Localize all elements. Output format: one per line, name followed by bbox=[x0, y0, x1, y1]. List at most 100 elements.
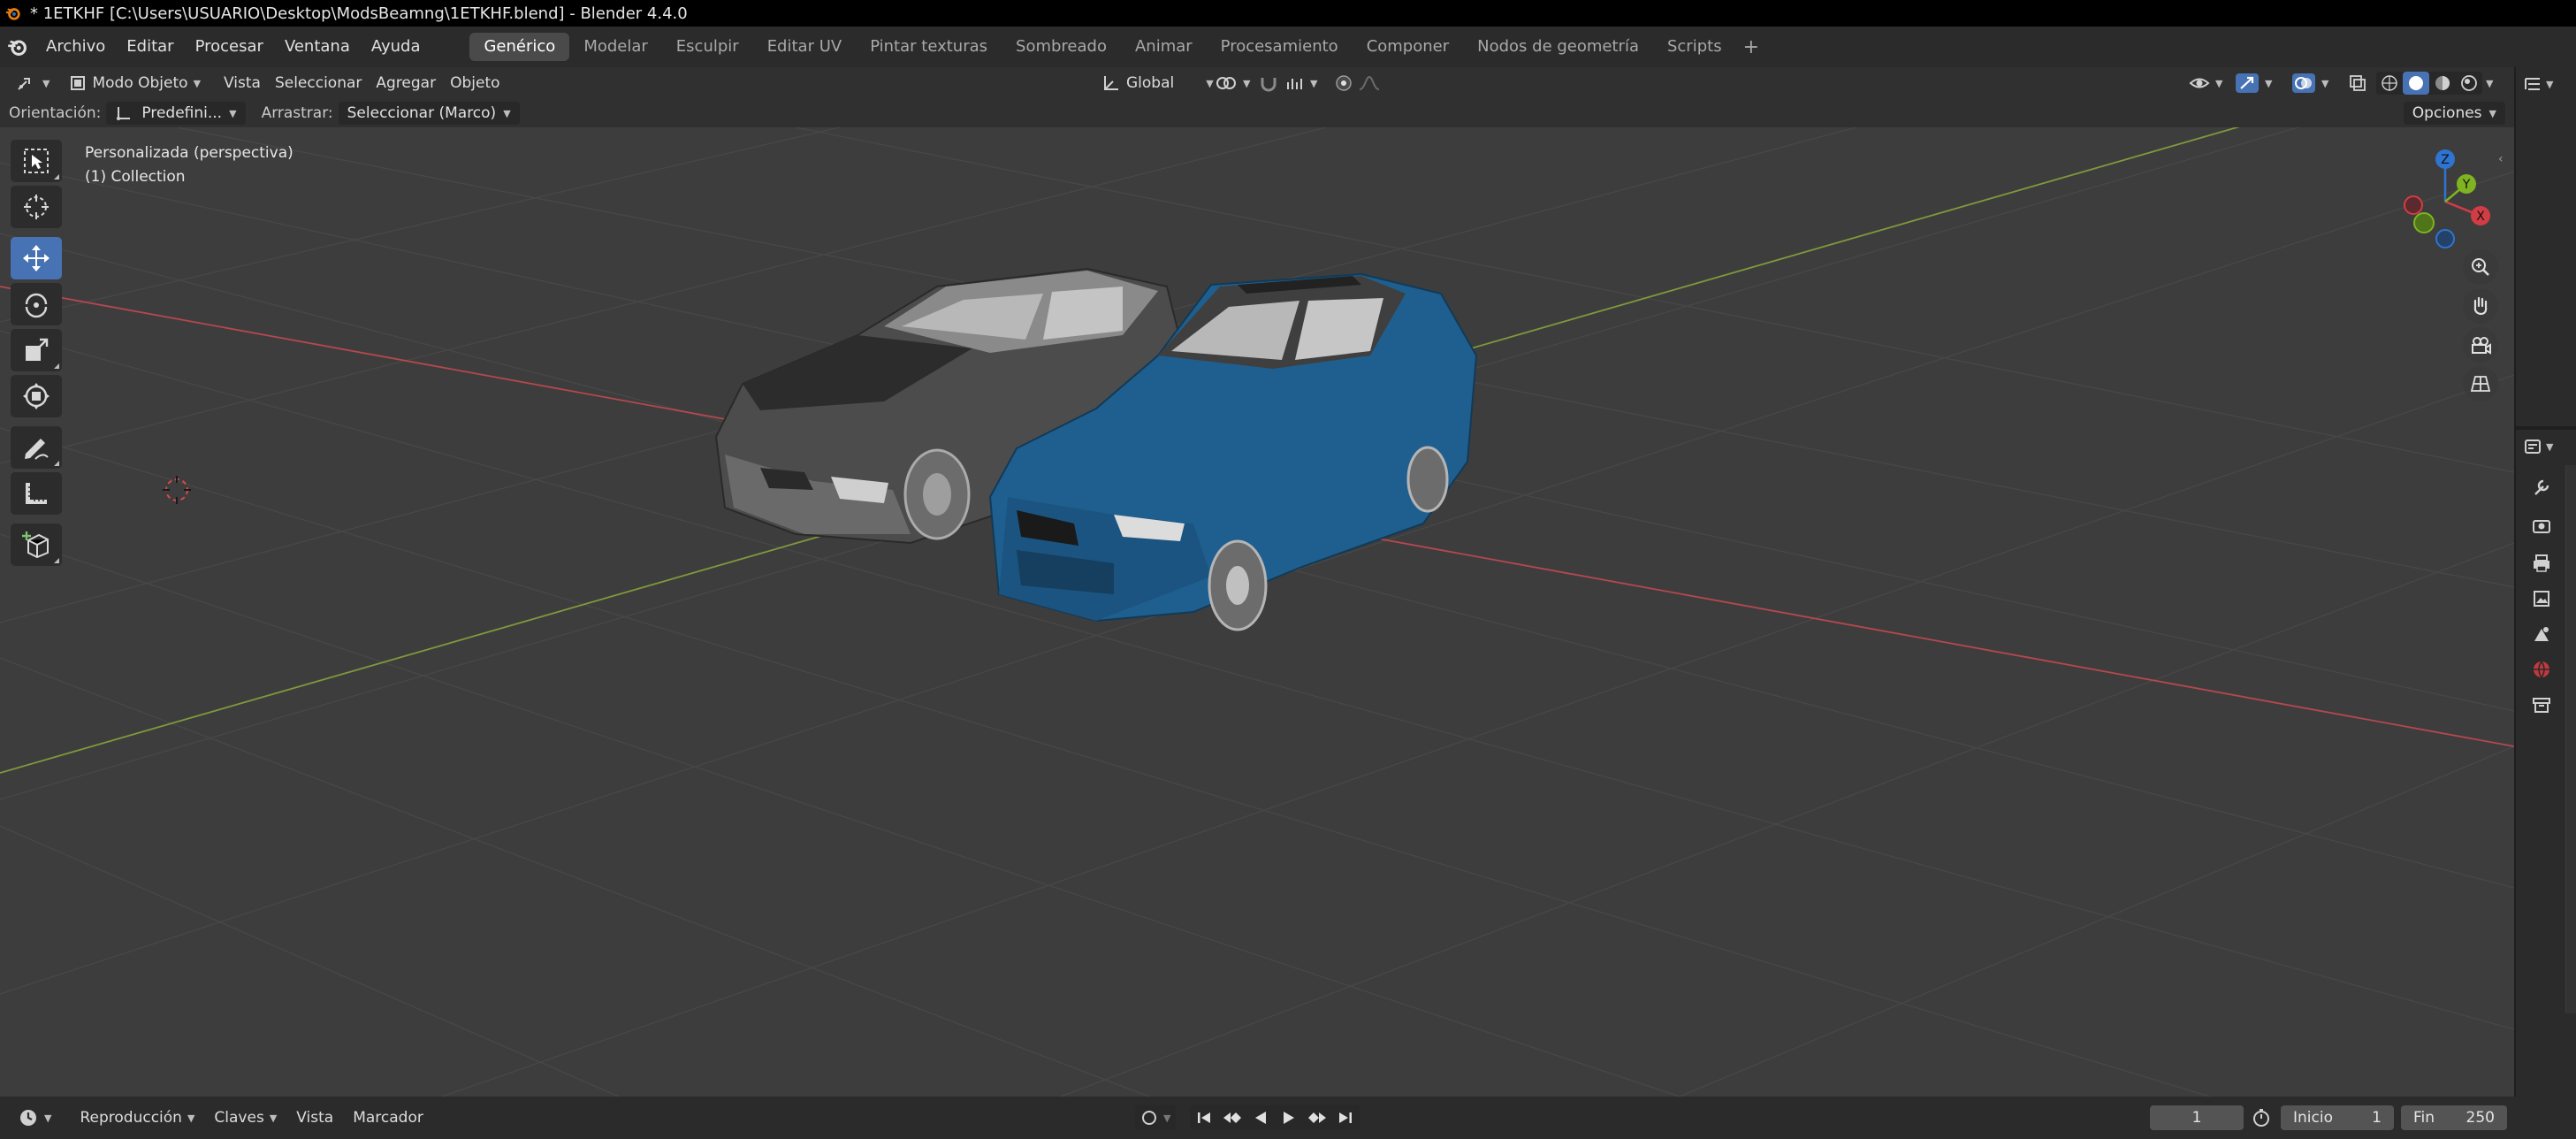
chevron-down-icon: ▼ bbox=[229, 107, 237, 119]
timeline-editor-type-button[interactable]: ▼ bbox=[11, 1105, 58, 1130]
shading-options-chevron-icon[interactable]: ▼ bbox=[2486, 78, 2493, 89]
record-circle-icon bbox=[1142, 1111, 1156, 1125]
menu-procesar[interactable]: Procesar bbox=[185, 27, 274, 67]
output-properties-tab[interactable] bbox=[2525, 548, 2558, 578]
sidebar-toggle-chevron-icon[interactable]: ‹ bbox=[2498, 152, 2511, 166]
current-frame-field[interactable]: 1 bbox=[2150, 1105, 2244, 1130]
annotate-tool[interactable] bbox=[11, 426, 62, 469]
add-workspace-icon[interactable]: + bbox=[1736, 36, 1766, 58]
tab-nodos-geometria[interactable]: Nodos de geometría bbox=[1463, 33, 1653, 61]
3d-cursor-icon[interactable] bbox=[161, 474, 193, 506]
prev-keyframe-button[interactable] bbox=[1218, 1105, 1246, 1130]
render-properties-tab[interactable] bbox=[2525, 511, 2558, 541]
snap-increment-icon bbox=[1287, 79, 1302, 89]
properties-editor-type-button[interactable]: ▼ bbox=[2523, 432, 2558, 462]
transform-tool[interactable] bbox=[11, 375, 62, 417]
stopwatch-icon[interactable] bbox=[2251, 1107, 2272, 1133]
chevron-down-icon: ▼ bbox=[2321, 77, 2329, 89]
perspective-toggle-button[interactable] bbox=[2463, 366, 2498, 401]
pan-button[interactable] bbox=[2463, 288, 2498, 324]
menu-agregar[interactable]: Agregar bbox=[369, 71, 443, 96]
next-keyframe-button[interactable] bbox=[1303, 1105, 1331, 1130]
scene-properties-tab[interactable] bbox=[2525, 619, 2558, 649]
menu-reproduccion-label: Reproducción bbox=[80, 1109, 182, 1127]
scale-tool[interactable] bbox=[11, 329, 62, 371]
camera-view-button[interactable] bbox=[2463, 327, 2498, 363]
gizmo-icon bbox=[2236, 73, 2259, 93]
transform-orientation-dropdown[interactable]: Global ▼ bbox=[1094, 71, 1221, 96]
move-icon bbox=[23, 245, 50, 271]
play-button[interactable] bbox=[1275, 1105, 1303, 1130]
jump-to-end-button[interactable] bbox=[1331, 1105, 1360, 1130]
solid-shading-button[interactable] bbox=[2403, 72, 2429, 95]
properties-panel-edge bbox=[2565, 465, 2576, 1013]
tab-generico[interactable]: Genérico bbox=[469, 33, 570, 61]
tab-scripts[interactable]: Scripts bbox=[1653, 33, 1736, 61]
zoom-button[interactable] bbox=[2463, 249, 2498, 285]
world-properties-tab[interactable] bbox=[2525, 654, 2558, 684]
wireframe-shading-button[interactable] bbox=[2376, 72, 2403, 95]
3d-viewport[interactable]: Personalizada (perspectiva) (1) Collecti… bbox=[0, 127, 2514, 1097]
end-frame-field[interactable]: Fin 250 bbox=[2401, 1105, 2507, 1130]
xray-toggle[interactable] bbox=[2341, 71, 2374, 96]
menu-seleccionar[interactable]: Seleccionar bbox=[268, 71, 369, 96]
visibility-dropdown[interactable]: ▼ bbox=[2182, 71, 2229, 96]
menu-reproduccion[interactable]: Reproducción ▼ bbox=[72, 1105, 202, 1130]
chevron-down-icon: ▼ bbox=[2546, 440, 2554, 453]
tool-settings-bar: Orientación: Predefini... ▼ Arrastrar: S… bbox=[0, 99, 2514, 127]
tab-componer[interactable]: Componer bbox=[1353, 33, 1463, 61]
orientation-label: Global bbox=[1126, 74, 1175, 92]
tab-sombreado[interactable]: Sombreado bbox=[1002, 33, 1121, 61]
orientation-dropdown[interactable]: Predefini... ▼ bbox=[106, 102, 246, 125]
tab-esculpir[interactable]: Esculpir bbox=[662, 33, 753, 61]
menu-editar[interactable]: Editar bbox=[116, 27, 184, 67]
orientation-gizmo-icon bbox=[117, 107, 131, 120]
menu-marcador[interactable]: Marcador bbox=[346, 1105, 431, 1130]
tab-pintar-texturas[interactable]: Pintar texturas bbox=[856, 33, 1002, 61]
menu-objeto[interactable]: Objeto bbox=[443, 71, 507, 96]
start-frame-field[interactable]: Inicio 1 bbox=[2281, 1105, 2394, 1130]
play-reverse-button[interactable] bbox=[1246, 1105, 1275, 1130]
measure-tool[interactable] bbox=[11, 472, 62, 515]
material-shading-button[interactable] bbox=[2429, 72, 2456, 95]
move-tool[interactable] bbox=[11, 237, 62, 279]
auto-keying-toggle[interactable]: ▼ bbox=[1135, 1105, 1177, 1130]
collection-properties-tab[interactable] bbox=[2525, 690, 2558, 720]
jump-to-start-button[interactable] bbox=[1190, 1105, 1218, 1130]
gizmo-toggle[interactable]: ▼ bbox=[2228, 71, 2279, 96]
menu-claves[interactable]: Claves ▼ bbox=[207, 1105, 284, 1130]
blender-menu-icon[interactable] bbox=[0, 27, 35, 67]
mode-dropdown[interactable]: Modo Objeto ▼ bbox=[62, 71, 208, 96]
add-cube-tool[interactable] bbox=[11, 524, 62, 566]
annotate-pencil-icon bbox=[25, 439, 49, 460]
view-layer-properties-tab[interactable] bbox=[2525, 584, 2558, 614]
navigation-gizmo[interactable]: Z Y X bbox=[2387, 141, 2496, 251]
menu-vista[interactable]: Vista bbox=[217, 71, 268, 96]
pivot-point-dropdown[interactable]: ▼ bbox=[1208, 71, 1257, 96]
menu-vista-timeline[interactable]: Vista bbox=[289, 1105, 340, 1130]
chevron-down-icon: ▼ bbox=[2488, 107, 2496, 119]
car-blue-model[interactable] bbox=[981, 258, 1485, 692]
tab-editar-uv[interactable]: Editar UV bbox=[753, 33, 857, 61]
tool-properties-tab[interactable] bbox=[2525, 472, 2558, 502]
printer-icon bbox=[2534, 554, 2549, 572]
tab-animar[interactable]: Animar bbox=[1121, 33, 1207, 61]
tab-procesamiento[interactable]: Procesamiento bbox=[1207, 33, 1353, 61]
menu-ayuda[interactable]: Ayuda bbox=[361, 27, 431, 67]
editor-type-button[interactable]: ▼ bbox=[9, 71, 57, 96]
menu-ventana[interactable]: Ventana bbox=[274, 27, 361, 67]
options-dropdown[interactable]: Opciones ▼ bbox=[2403, 102, 2505, 125]
rendered-shading-button[interactable] bbox=[2456, 72, 2482, 95]
cursor-tool[interactable] bbox=[11, 186, 62, 228]
tab-modelar[interactable]: Modelar bbox=[569, 33, 661, 61]
proportional-edit-toggle[interactable] bbox=[1328, 71, 1388, 96]
drag-dropdown[interactable]: Seleccionar (Marco) ▼ bbox=[338, 102, 520, 125]
rotate-tool[interactable] bbox=[11, 283, 62, 325]
snap-target-dropdown[interactable]: ▼ bbox=[1278, 71, 1324, 96]
menu-claves-label: Claves bbox=[214, 1109, 264, 1127]
select-box-tool[interactable] bbox=[11, 140, 62, 182]
overlays-toggle[interactable]: ▼ bbox=[2284, 71, 2336, 96]
rotate-icon bbox=[25, 293, 48, 318]
menu-archivo[interactable]: Archivo bbox=[35, 27, 116, 67]
outliner-editor-type-button[interactable]: ▼ bbox=[2523, 69, 2558, 99]
